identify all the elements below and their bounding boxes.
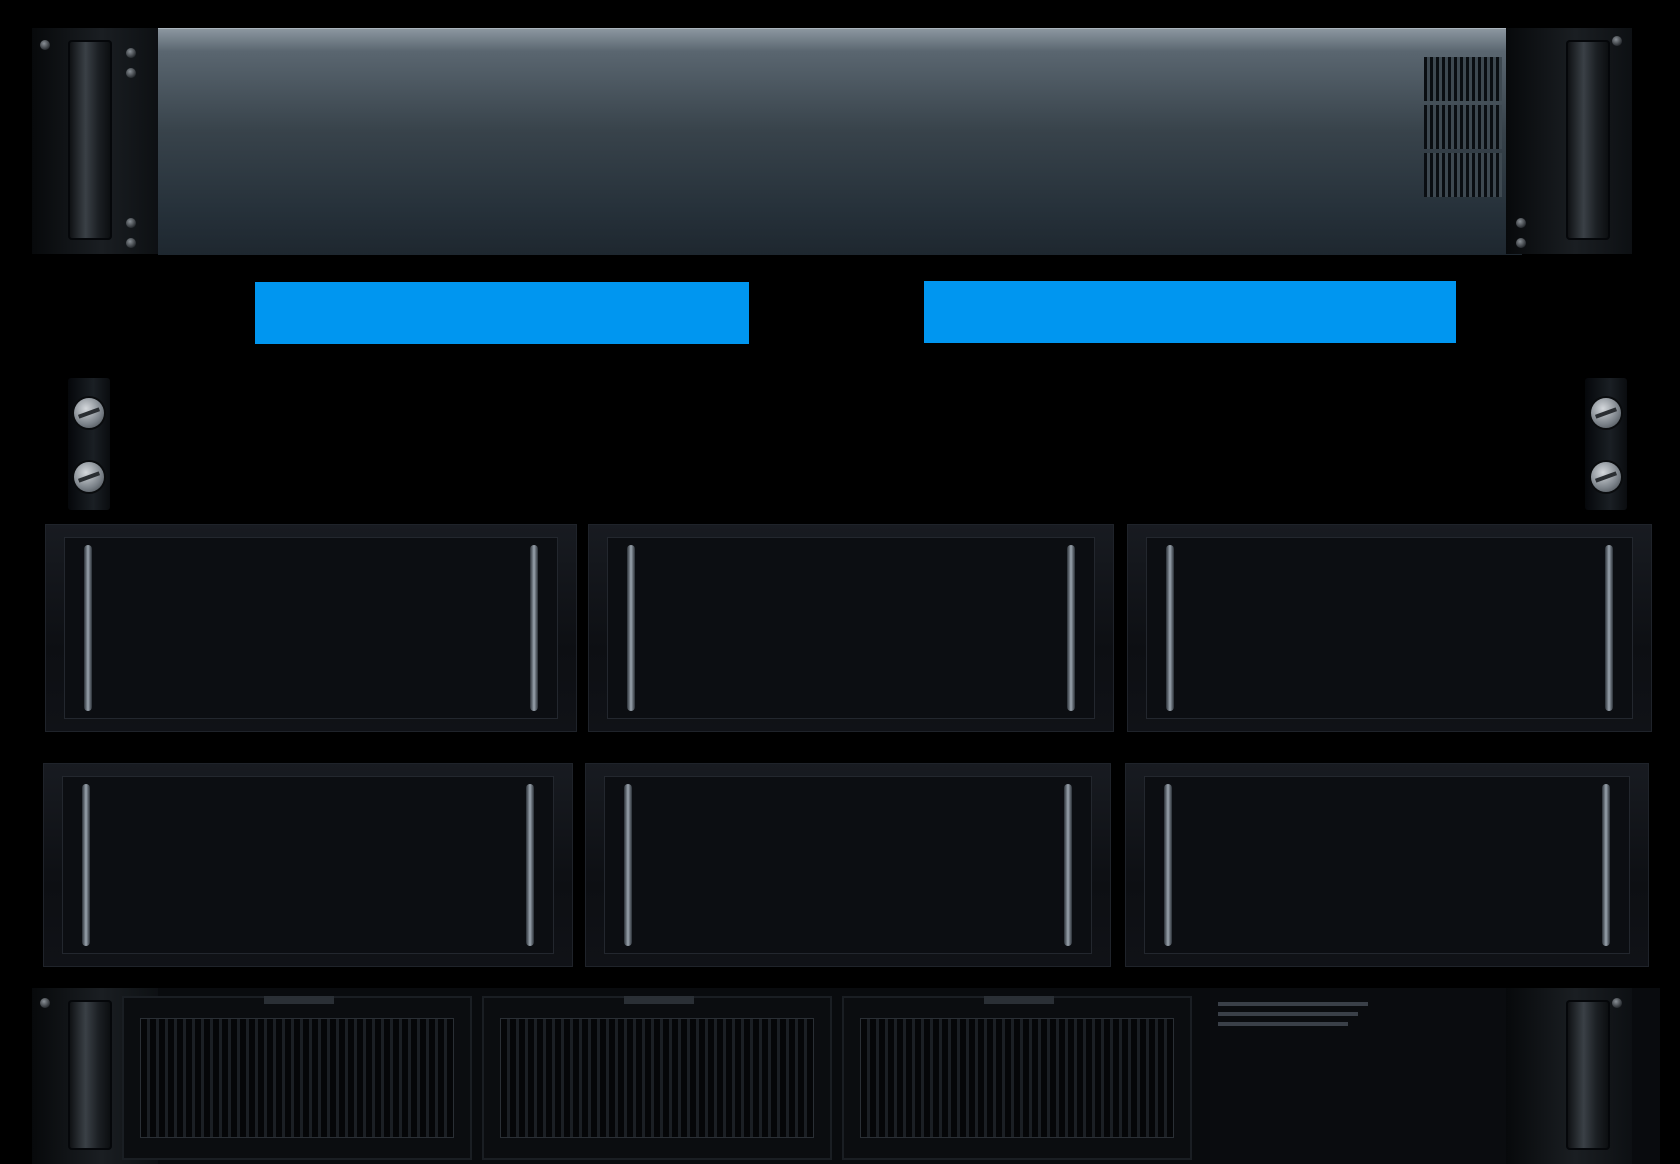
bolt-icon xyxy=(126,218,136,228)
drive-bay-face xyxy=(1144,776,1630,954)
drive-handle[interactable] xyxy=(1064,784,1072,946)
screw-icon xyxy=(1591,462,1621,492)
bolt-icon xyxy=(126,238,136,248)
left-rack-ear xyxy=(32,28,158,254)
drive-handle[interactable] xyxy=(530,545,538,711)
right-rack-handle[interactable] xyxy=(1566,1000,1610,1150)
fan-grill xyxy=(140,1018,454,1138)
drive-handle[interactable] xyxy=(82,784,90,946)
drive-bay-face xyxy=(62,776,554,954)
screw-icon xyxy=(74,462,104,492)
left-rack-handle[interactable] xyxy=(68,40,112,240)
drive-bay[interactable] xyxy=(585,763,1111,967)
drive-handle[interactable] xyxy=(1166,545,1174,711)
bottom-rack-unit xyxy=(32,988,1660,1164)
left-rack-handle[interactable] xyxy=(68,1000,112,1150)
bolt-icon xyxy=(1612,36,1622,46)
fan-module xyxy=(122,996,472,1160)
drive-handle[interactable] xyxy=(526,784,534,946)
blue-button-right[interactable] xyxy=(924,281,1456,343)
right-rack-ear xyxy=(1506,988,1632,1164)
drive-handle[interactable] xyxy=(624,784,632,946)
vent-grille xyxy=(1424,105,1502,149)
drive-handle[interactable] xyxy=(1605,545,1613,711)
blue-button-left[interactable] xyxy=(255,282,749,344)
drive-bay[interactable] xyxy=(43,763,573,967)
bolt-icon xyxy=(1516,238,1526,248)
fan-tab[interactable] xyxy=(624,996,694,1004)
right-rack-handle[interactable] xyxy=(1566,40,1610,240)
drive-handle[interactable] xyxy=(627,545,635,711)
fan-module xyxy=(482,996,832,1160)
psu-label-line xyxy=(1218,1022,1348,1026)
drive-bay-face xyxy=(604,776,1092,954)
drive-bay[interactable] xyxy=(45,524,577,732)
fan-grill xyxy=(860,1018,1174,1138)
drive-bay-face xyxy=(607,537,1095,719)
drive-bay-face xyxy=(1146,537,1633,719)
drive-handle[interactable] xyxy=(1164,784,1172,946)
drive-bay[interactable] xyxy=(1127,524,1652,732)
vent-grille xyxy=(1424,57,1502,101)
bolt-icon xyxy=(126,68,136,78)
top-faceplate xyxy=(158,28,1522,255)
drive-handle[interactable] xyxy=(1067,545,1075,711)
drive-bay[interactable] xyxy=(1125,763,1649,967)
right-screw-bracket xyxy=(1585,378,1627,510)
psu-label-line xyxy=(1218,1012,1358,1016)
screw-icon xyxy=(1591,398,1621,428)
psu-label-line xyxy=(1218,1002,1368,1006)
screw-icon xyxy=(74,398,104,428)
left-screw-bracket xyxy=(68,378,110,510)
top-rack-unit xyxy=(32,28,1632,255)
fan-tab[interactable] xyxy=(264,996,334,1004)
bolt-icon xyxy=(126,48,136,58)
drive-handle[interactable] xyxy=(1602,784,1610,946)
drive-handle[interactable] xyxy=(84,545,92,711)
fan-module xyxy=(842,996,1192,1160)
drive-bay[interactable] xyxy=(588,524,1114,732)
bolt-icon xyxy=(40,40,50,50)
drive-bay-face xyxy=(64,537,558,719)
right-rack-ear xyxy=(1506,28,1632,254)
bolt-icon xyxy=(1516,218,1526,228)
fan-tab[interactable] xyxy=(984,996,1054,1004)
bolt-icon xyxy=(1612,998,1622,1008)
vent-grille xyxy=(1424,153,1502,197)
fan-grill xyxy=(500,1018,814,1138)
bolt-icon xyxy=(40,998,50,1008)
